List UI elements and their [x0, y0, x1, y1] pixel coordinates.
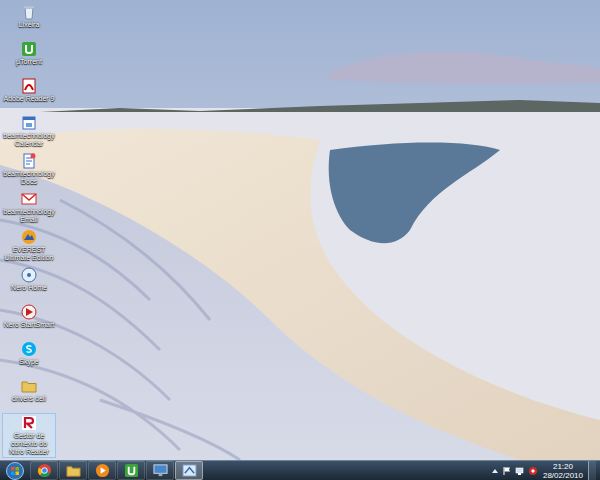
taskbar-button[interactable] — [146, 461, 174, 480]
desktop-icon[interactable]: beamtechnology Calendar — [2, 113, 56, 150]
app-icon — [182, 463, 197, 478]
folder-icon — [21, 378, 37, 394]
desktop-icon-label: Lixeira — [3, 21, 55, 29]
desktop-icon[interactable]: EVEREST Ultimate Edition — [2, 227, 56, 264]
clock-date: 28/02/2010 — [543, 471, 583, 480]
reader-icon — [21, 415, 37, 431]
desktop-icon-label: drivers dell — [3, 395, 55, 403]
recycle-icon — [21, 4, 37, 20]
desktop-icon-label: beamtechnology Email — [3, 208, 55, 224]
desktop-icon-label: Skype — [3, 358, 55, 366]
taskbar: 21:20 28/02/2010 — [0, 460, 600, 480]
start-button[interactable] — [0, 461, 30, 480]
taskbar-button[interactable] — [88, 461, 116, 480]
desktop-icon[interactable]: Skype — [2, 339, 56, 375]
calendar-icon — [21, 115, 37, 131]
flag-icon[interactable] — [502, 466, 512, 476]
media-icon — [95, 463, 110, 478]
clock[interactable]: 21:20 28/02/2010 — [541, 462, 585, 480]
utorrent-icon — [124, 463, 139, 478]
explorer-icon — [66, 463, 81, 478]
antivirus-icon[interactable] — [528, 466, 538, 476]
desktop-icon[interactable]: Nero StartSmart — [2, 302, 56, 338]
desktop-icon[interactable]: Adobe Reader 9 — [2, 76, 56, 112]
desktop-icon[interactable]: Lixeira — [2, 2, 56, 38]
taskbar-button[interactable] — [59, 461, 87, 480]
desktop-icon-label: Nero StartSmart — [3, 321, 55, 329]
desktop-icon[interactable]: Nero Home — [2, 265, 56, 301]
desktop-icon[interactable]: µTorrent — [2, 39, 56, 75]
desktop-icon[interactable]: Gestor de contexto do Nitro Reader — [2, 413, 56, 458]
utorrent-icon — [21, 41, 37, 57]
desktop-icon-label: Nero Home — [3, 284, 55, 292]
network-icon — [153, 463, 168, 478]
show-hidden-icons-icon[interactable] — [491, 467, 499, 475]
network-icon[interactable] — [515, 466, 525, 476]
taskbar-button[interactable] — [117, 461, 145, 480]
desktop-icon-label: beamtechnology Docs — [3, 170, 55, 186]
system-tray: 21:20 28/02/2010 — [491, 461, 600, 480]
skype-icon — [21, 341, 37, 357]
taskbar-button[interactable] — [30, 461, 58, 480]
show-desktop-button[interactable] — [588, 461, 596, 480]
chrome-icon — [37, 463, 52, 478]
desktop-icon[interactable]: beamtechnology Docs — [2, 151, 56, 188]
desktop-icon-label: Gestor de contexto do Nitro Reader — [3, 432, 55, 456]
desktop-icon[interactable]: beamtechnology Email — [2, 189, 56, 226]
docs-icon — [21, 153, 37, 169]
desktop-icon-label: µTorrent — [3, 58, 55, 66]
desktop-icons: Lixeira µTorrent Adobe Reader 9 beamtechnol… — [0, 0, 58, 458]
taskbar-button[interactable] — [175, 461, 203, 480]
windows-logo-icon — [6, 462, 24, 480]
desktop-icon[interactable]: drivers dell — [2, 376, 56, 412]
wallpaper — [0, 0, 600, 460]
desktop-icon-label: beamtechnology Calendar — [3, 132, 55, 148]
desktop-icon-label: EVEREST Ultimate Edition — [3, 246, 55, 262]
nerostart-icon — [21, 304, 37, 320]
pdf-icon — [21, 78, 37, 94]
everest-icon — [21, 229, 37, 245]
desktop: Lixeira µTorrent Adobe Reader 9 beamtechnol… — [0, 0, 600, 460]
nero-icon — [21, 267, 37, 283]
taskbar-items — [30, 461, 203, 480]
mail-icon — [21, 191, 37, 207]
clock-time: 21:20 — [553, 462, 573, 471]
desktop-icon-label: Adobe Reader 9 — [3, 95, 55, 103]
